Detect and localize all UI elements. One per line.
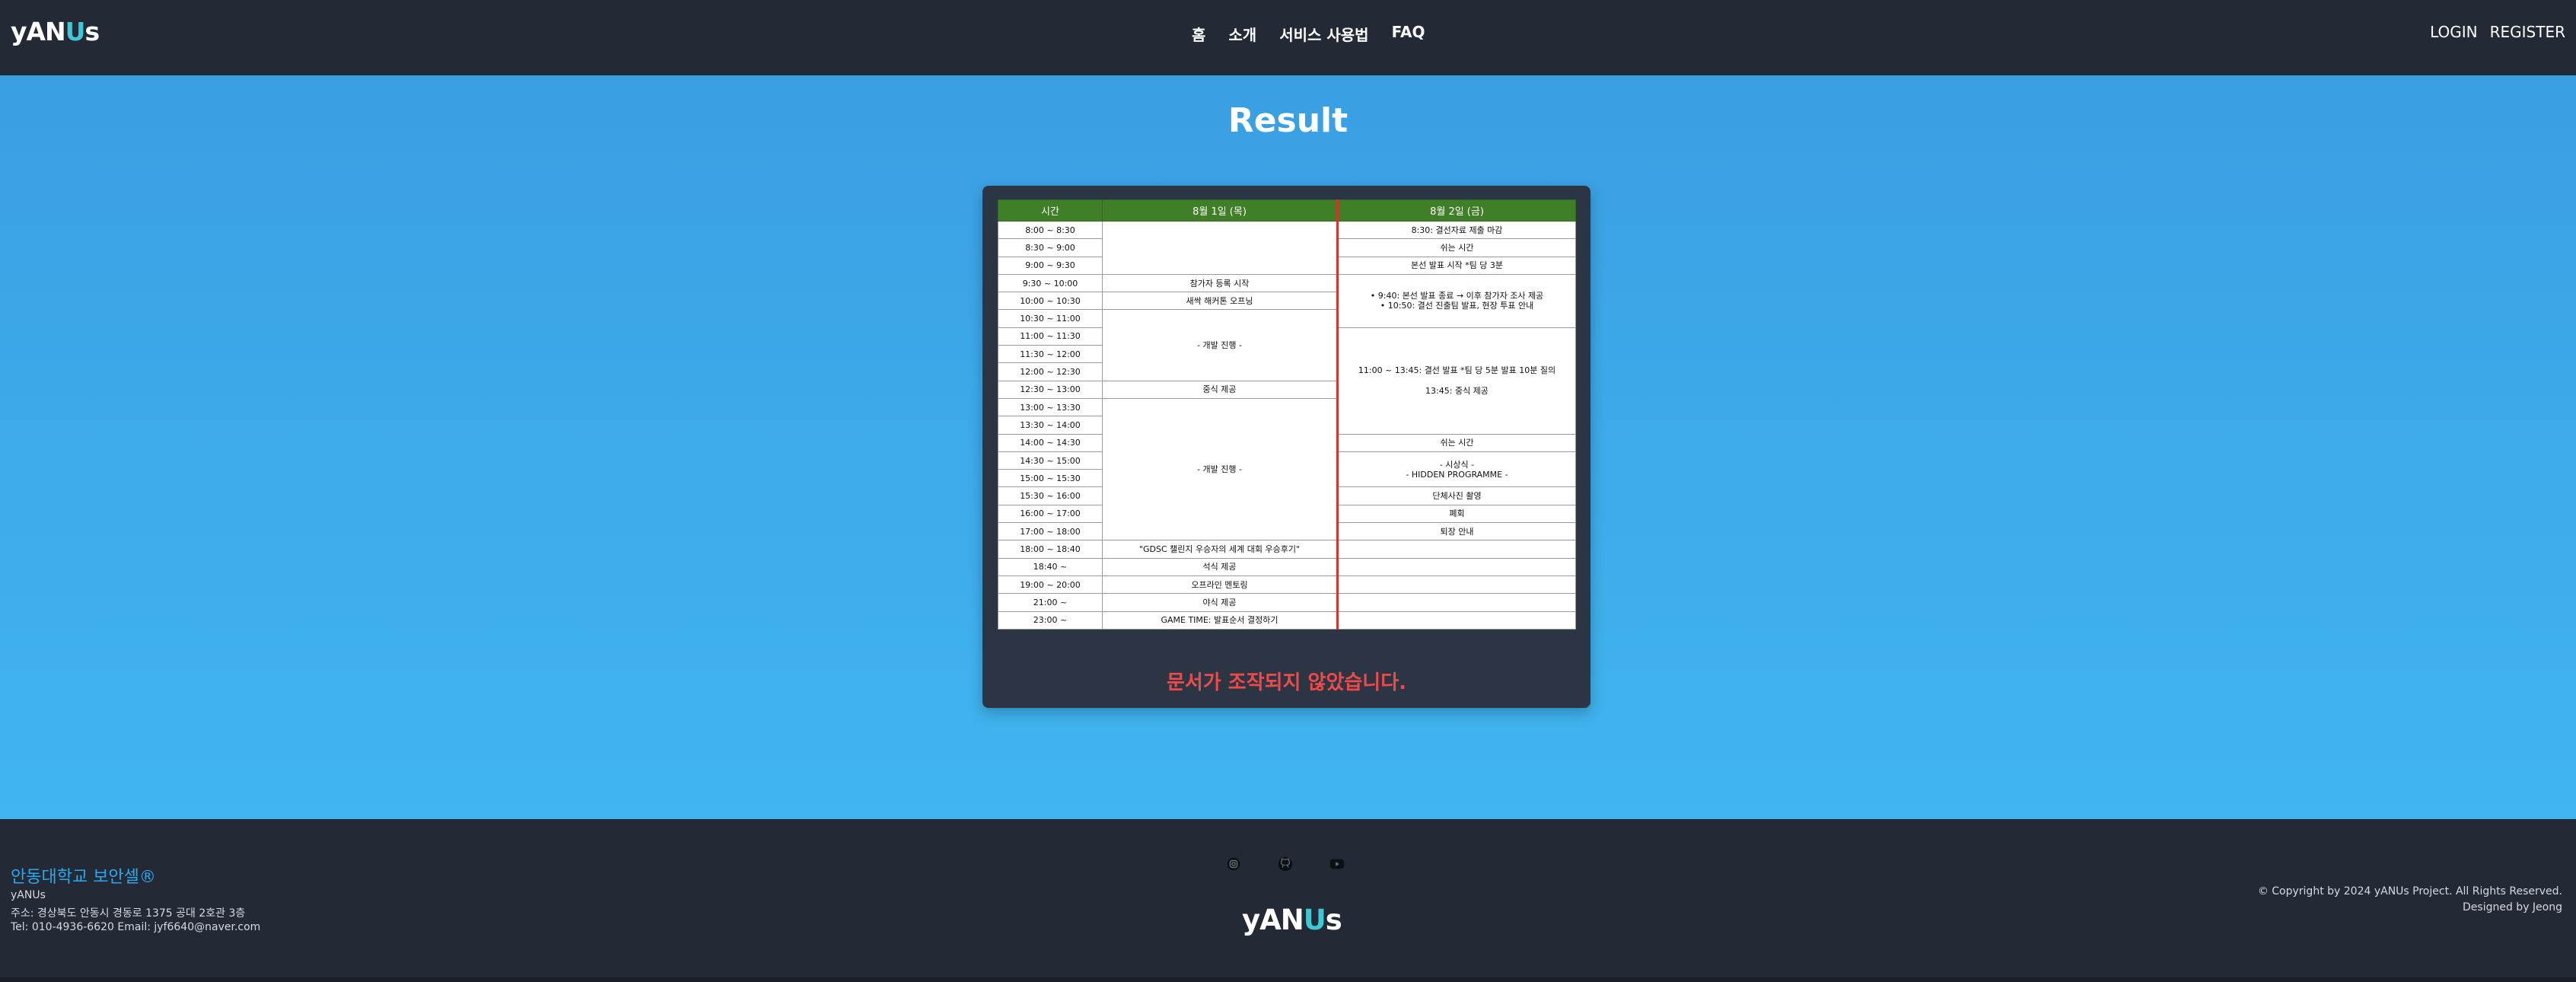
header-time: 시간	[998, 199, 1103, 222]
login-link[interactable]: LOGIN	[2430, 23, 2478, 41]
day2-cell: 쉬는 시간	[1337, 433, 1576, 452]
time-cell: 15:30 ~ 16:00	[998, 486, 1103, 505]
day2-cell: 8:30: 결선자료 제출 마감	[1337, 220, 1576, 240]
table-row: 23:00 ~ GAME TIME: 발표순서 결정하기	[998, 611, 1576, 630]
time-cell: 18:00 ~ 18:40	[998, 540, 1103, 559]
day2-cell: 퇴장 안내	[1337, 522, 1576, 541]
bottom-edge-bar	[0, 977, 2576, 982]
time-cell: 18:40 ~	[998, 557, 1103, 576]
time-cell: 11:30 ~ 12:00	[998, 345, 1103, 364]
day1-cell: - 개발 진행 -	[1102, 309, 1339, 381]
nav-home[interactable]: 홈	[1192, 23, 1205, 45]
nav-guide[interactable]: 서비스 사용법	[1279, 23, 1368, 45]
nav-about[interactable]: 소개	[1228, 23, 1256, 45]
footer-contact: Tel: 010-4936-6620 Email: jyf6640@naver.…	[11, 921, 261, 933]
verification-result-message: 문서가 조작되지 않았습니다.	[1166, 671, 1407, 694]
schedule-table: 시간 8월 1일 (목) 8월 2일 (금) 8:00 ~ 8:30 8:30:…	[998, 199, 1576, 630]
time-cell: 10:30 ~ 11:00	[998, 309, 1103, 328]
header-day1: 8월 1일 (목)	[1102, 199, 1339, 222]
day2-empty	[1337, 575, 1576, 595]
result-card: 시간 8월 1일 (목) 8월 2일 (금) 8:00 ~ 8:30 8:30:…	[982, 186, 1590, 708]
footer-copyright: © Copyright by 2024 yANUs Project. All R…	[2257, 885, 2562, 898]
site-logo[interactable]: yANUs	[11, 17, 100, 46]
day2-lunch: 13:45: 중식 제공	[1425, 386, 1489, 397]
day1-cell: 석식 제공	[1102, 557, 1339, 576]
auth-links: LOGIN REGISTER	[2430, 23, 2565, 41]
footer-org-name: 안동대학교 보안셀®	[11, 868, 156, 887]
time-cell: 21:00 ~	[998, 593, 1103, 612]
day1-cell: 야식 제공	[1102, 593, 1339, 612]
day2-ceremony: - 시상식 -	[1439, 459, 1475, 470]
day2-final-presentation: 11:00 ~ 13:45: 결선 발표 *팀 당 5분 발표 10분 질의	[1358, 365, 1556, 376]
time-cell: 19:00 ~ 20:00	[998, 575, 1103, 595]
time-cell: 11:00 ~ 11:30	[998, 327, 1103, 346]
day1-cell: 새싹 해커톤 오프닝	[1102, 292, 1339, 311]
page-title: Result	[1228, 101, 1348, 140]
day2-empty	[1337, 611, 1576, 630]
table-row: 21:00 ~ 야식 제공	[998, 593, 1576, 612]
social-icons	[1225, 856, 1345, 872]
time-cell: 14:00 ~ 14:30	[998, 433, 1103, 452]
time-cell: 13:30 ~ 14:00	[998, 416, 1103, 435]
time-cell: 16:00 ~ 17:00	[998, 504, 1103, 524]
day2-cell: • 9:40: 본선 발표 종료 → 이후 참가자 조사 제공 • 10:50:…	[1337, 273, 1576, 328]
time-cell: 9:00 ~ 9:30	[998, 256, 1103, 275]
day1-empty	[1102, 221, 1339, 275]
main-content: Result 시간 8월 1일 (목) 8월 2일 (금) 8:00 ~ 8:3…	[0, 75, 2576, 819]
time-cell: 12:30 ~ 13:00	[998, 380, 1103, 399]
time-cell: 8:30 ~ 9:00	[998, 238, 1103, 257]
day2-hidden: - HIDDEN PROGRAMME -	[1406, 469, 1508, 480]
main-nav: 홈 소개 서비스 사용법 FAQ	[1192, 23, 1425, 45]
day2-cell: 폐회	[1337, 504, 1576, 524]
table-row: 18:00 ~ 18:40 "GDSC 챌린지 우승자의 세계 대회 우승후기"	[998, 540, 1576, 559]
github-icon[interactable]	[1277, 856, 1294, 872]
day2-cell: 단체사진 촬영	[1337, 486, 1576, 505]
table-row: 18:40 ~ 석식 제공	[998, 557, 1576, 576]
top-navbar: yANUs 홈 소개 서비스 사용법 FAQ LOGIN REGISTER	[0, 0, 2576, 75]
table-header-row: 시간 8월 1일 (목) 8월 2일 (금)	[998, 199, 1576, 222]
day2-empty	[1337, 593, 1576, 612]
table-row: 19:00 ~ 20:00 오프라인 멘토링	[998, 575, 1576, 595]
header-day2: 8월 2일 (금)	[1337, 199, 1576, 222]
time-cell: 23:00 ~	[998, 611, 1103, 630]
footer-logo[interactable]: yANUs	[1242, 904, 1342, 936]
time-cell: 10:00 ~ 10:30	[998, 292, 1103, 311]
time-cell: 13:00 ~ 13:30	[998, 397, 1103, 417]
day2-cell: 본선 발표 시작 *팀 당 3분	[1337, 256, 1576, 275]
time-cell: 17:00 ~ 18:00	[998, 522, 1103, 541]
table-row: 9:30 ~ 10:00 참가자 등록 시작 • 9:40: 본선 발표 종료 …	[998, 273, 1576, 328]
time-cell: 8:00 ~ 8:30	[998, 220, 1103, 240]
footer-team: yANUs	[11, 889, 46, 901]
day2-cell: - 시상식 - - HIDDEN PROGRAMME -	[1337, 451, 1576, 488]
day1-cell: "GDSC 챌린지 우승자의 세계 대회 우승후기"	[1102, 540, 1339, 559]
day1-cell: - 개발 진행 -	[1102, 397, 1339, 541]
time-cell: 14:30 ~ 15:00	[998, 451, 1103, 470]
time-cell: 15:00 ~ 15:30	[998, 469, 1103, 488]
day1-cell: 참가자 등록 시작	[1102, 273, 1339, 293]
youtube-icon[interactable]	[1329, 856, 1345, 872]
day2-final-line-a: • 9:40: 본선 발표 종료 → 이후 참가자 조사 제공	[1370, 291, 1544, 301]
instagram-icon[interactable]	[1225, 856, 1242, 872]
register-link[interactable]: REGISTER	[2490, 23, 2565, 41]
nav-faq[interactable]: FAQ	[1392, 23, 1425, 45]
day1-cell: 오프라인 멘토링	[1102, 575, 1339, 595]
day2-empty	[1337, 557, 1576, 576]
day2-cell: 쉬는 시간	[1337, 238, 1576, 257]
footer-address: 주소: 경상북도 안동시 경동로 1375 공대 2호관 3층	[11, 907, 246, 920]
footer: 안동대학교 보안셀® yANUs 주소: 경상북도 안동시 경동로 1375 공…	[0, 819, 2576, 982]
table-row: 8:00 ~ 8:30 8:30: 결선자료 제출 마감	[998, 220, 1576, 275]
day1-cell: GAME TIME: 발표순서 결정하기	[1102, 611, 1339, 630]
time-cell: 9:30 ~ 10:00	[998, 273, 1103, 293]
day2-final-line-b: • 10:50: 결선 진출팀 발표, 현장 투표 안내	[1380, 301, 1534, 311]
day1-cell: 중식 제공	[1102, 380, 1339, 399]
time-cell: 12:00 ~ 12:30	[998, 362, 1103, 381]
day2-empty	[1337, 540, 1576, 559]
footer-designer: Designed by Jeong	[2463, 901, 2562, 913]
day2-cell: 11:00 ~ 13:45: 결선 발표 *팀 당 5분 발표 10분 질의 1…	[1337, 327, 1576, 435]
